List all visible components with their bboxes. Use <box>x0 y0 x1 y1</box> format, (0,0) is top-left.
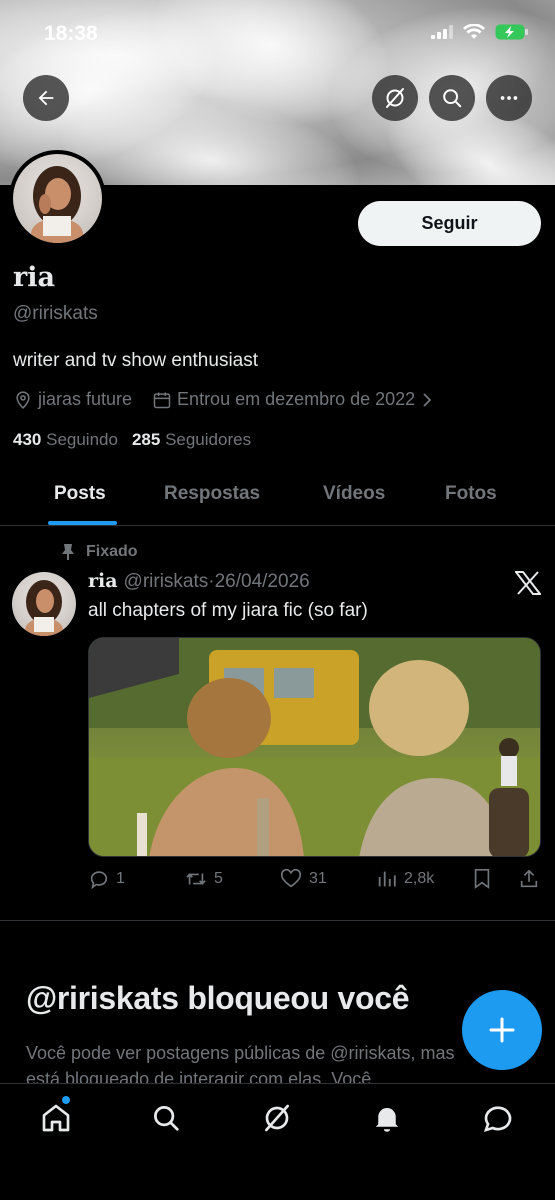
post-media-image[interactable] <box>88 637 541 857</box>
joined-text: Entrou em dezembro de 2022 <box>177 389 416 409</box>
nav-grok[interactable] <box>259 1100 295 1136</box>
post-author-avatar[interactable] <box>12 572 76 636</box>
following-label: Seguindo <box>46 430 118 449</box>
more-button[interactable] <box>486 75 532 121</box>
post-header: ria @ririskats·26/04/2026 <box>88 570 310 593</box>
pin-icon <box>62 544 74 560</box>
notifications-bell-icon <box>375 1108 399 1132</box>
avatar-image <box>13 154 102 243</box>
nav-notifications[interactable] <box>369 1100 405 1136</box>
like-button[interactable]: 31 <box>279 868 327 890</box>
following-link[interactable]: 430 Seguindo <box>13 430 118 450</box>
followers-link[interactable]: 285 Seguidores <box>132 430 251 450</box>
messages-icon <box>483 1106 512 1133</box>
post-author-handle[interactable]: @ririskats <box>124 571 209 592</box>
repost-count: 5 <box>214 870 223 887</box>
search-button[interactable] <box>429 75 475 121</box>
location-text: jiaras future <box>38 389 133 409</box>
like-count: 31 <box>309 870 327 887</box>
x-logo-icon <box>513 571 543 600</box>
profile-meta: jiaras future Entrou em dezembro de 2022 <box>13 389 434 410</box>
pinned-label: Fixado <box>60 543 138 561</box>
section-divider <box>0 920 555 921</box>
profile-bio: writer and tv show enthusiast <box>13 350 259 371</box>
grok-icon <box>386 88 404 108</box>
reply-icon <box>90 871 108 890</box>
location-pin-icon <box>16 390 30 409</box>
search-icon <box>443 89 462 108</box>
blocked-title: @ririskats bloqueou você <box>26 980 410 1016</box>
nav-messages[interactable] <box>480 1100 516 1136</box>
post-author-name[interactable]: ria <box>88 570 118 592</box>
status-icons <box>431 24 529 40</box>
follow-button[interactable]: Seguir <box>358 201 541 246</box>
views-chart-icon <box>378 871 396 887</box>
joined-date[interactable]: Entrou em dezembro de 2022 <box>152 389 434 410</box>
heart-icon <box>280 868 302 888</box>
followers-label: Seguidores <box>165 430 252 449</box>
post-date[interactable]: ·26/04/2026 <box>208 571 309 592</box>
home-notification-dot <box>62 1096 70 1104</box>
repost-button[interactable]: 5 <box>184 868 223 890</box>
tab-replies[interactable]: Respostas <box>164 483 260 505</box>
followers-count: 285 <box>131 430 161 449</box>
profile-handle: @ririskats <box>13 303 98 324</box>
bottom-navigation <box>0 1083 555 1200</box>
pinned-text: Fixado <box>86 543 138 560</box>
compose-post-button[interactable] <box>462 990 542 1070</box>
wifi-icon <box>463 24 485 39</box>
plus-icon <box>489 1017 515 1043</box>
calendar-icon <box>153 392 171 408</box>
status-bar: 18:38 <box>0 0 555 70</box>
reply-button[interactable]: 1 <box>88 868 125 890</box>
post-actions: 1 5 31 2,8k <box>88 868 543 898</box>
tab-videos[interactable]: Vídeos <box>323 483 385 505</box>
location: jiaras future <box>13 389 132 410</box>
bookmark-icon <box>474 869 490 889</box>
post-text: all chapters of my jiara fic (so far) <box>88 600 368 621</box>
views-count: 2,8k <box>404 870 435 887</box>
profile-avatar[interactable] <box>9 150 106 247</box>
share-button[interactable] <box>518 868 540 890</box>
back-arrow-icon <box>38 90 54 106</box>
bookmark-button[interactable] <box>472 868 492 890</box>
nav-search[interactable] <box>148 1100 184 1136</box>
status-time: 18:38 <box>44 22 98 45</box>
repost-icon <box>186 873 206 885</box>
home-icon <box>42 1104 70 1132</box>
search-icon <box>154 1106 179 1131</box>
more-icon <box>500 96 518 100</box>
blocked-text: Você pode ver postagens públicas de @rir… <box>26 1043 455 1084</box>
profile-tabs: Posts Respostas Vídeos Fotos <box>0 470 555 526</box>
back-button[interactable] <box>23 75 69 121</box>
battery-charging-icon <box>495 24 528 40</box>
signal-icon <box>431 25 453 39</box>
share-icon <box>520 869 538 888</box>
profile-name: ria <box>13 262 55 293</box>
nav-home[interactable] <box>38 1100 74 1136</box>
active-tab-indicator <box>48 521 117 525</box>
views-button[interactable]: 2,8k <box>376 868 434 890</box>
following-count: 430 <box>13 430 42 449</box>
tab-posts[interactable]: Posts <box>54 483 106 505</box>
tab-photos[interactable]: Fotos <box>445 483 497 505</box>
chevron-right-icon <box>423 392 432 407</box>
reply-count: 1 <box>116 870 125 887</box>
grok-icon <box>265 1104 289 1132</box>
follow-counts: 430 Seguindo 285 Seguidores <box>13 430 251 450</box>
grok-button[interactable] <box>372 75 418 121</box>
